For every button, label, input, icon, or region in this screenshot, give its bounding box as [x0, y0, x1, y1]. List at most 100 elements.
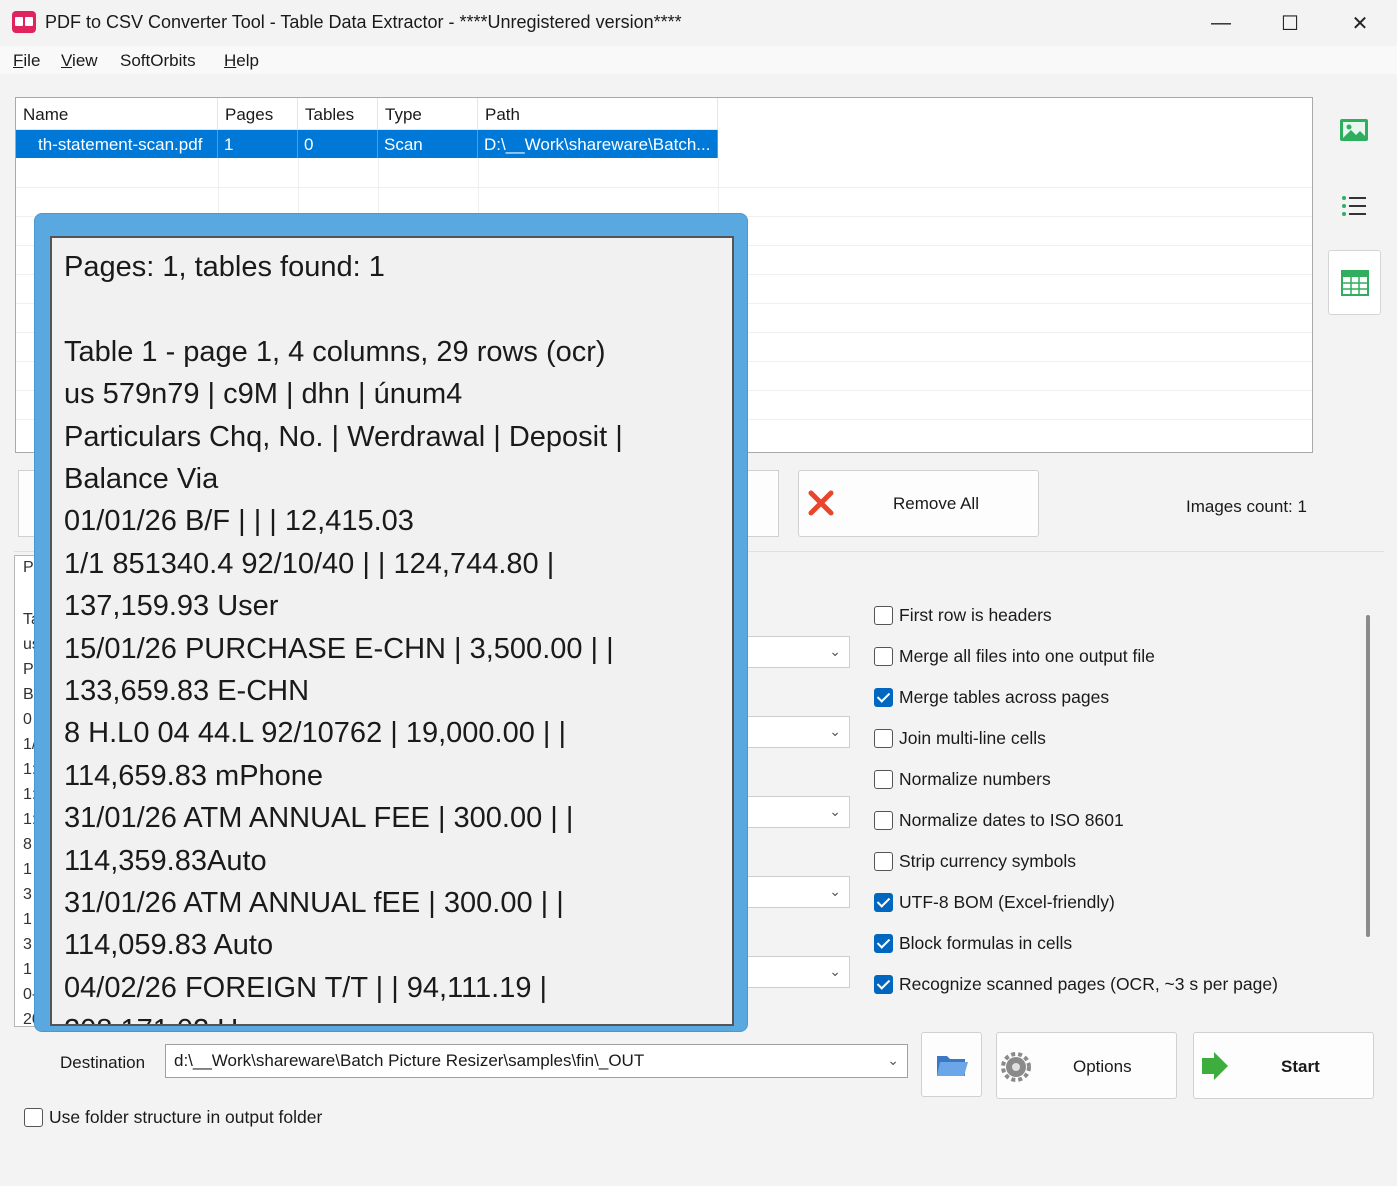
column-name[interactable]: Name: [16, 98, 218, 130]
file-list-header: Name Pages Tables Type Path: [16, 98, 718, 130]
option-checkbox[interactable]: Merge all files into one output file: [874, 644, 1155, 668]
option-label: Merge tables across pages: [899, 686, 1110, 707]
file-pages-cell: 1: [218, 130, 298, 158]
window-title: PDF to CSV Converter Tool - Table Data E…: [45, 12, 682, 32]
menu-softorbits[interactable]: SoftOrbits: [120, 51, 196, 71]
summary-text: 1: [23, 911, 32, 928]
preview-line: 114,359.83Auto: [64, 844, 267, 877]
images-count: Images count: 1: [1186, 497, 1307, 516]
start-label: Start: [1281, 1057, 1320, 1076]
checkbox-box[interactable]: [24, 1108, 43, 1127]
extraction-preview-content: Pages: 1, tables found: 1 Table 1 - page …: [50, 236, 734, 1026]
column-path[interactable]: Path: [478, 98, 718, 130]
option-label: Join multi-line cells: [899, 727, 1046, 748]
green-arrow-icon: [1202, 1052, 1228, 1080]
preview-line: Table 1 - page 1, 4 columns, 29 rows (oc…: [64, 335, 606, 368]
image-view-icon[interactable]: [1328, 104, 1380, 156]
preview-line: Particulars Chq, No. | Werdrawal | Depos…: [64, 420, 623, 453]
menu-view[interactable]: View: [61, 51, 98, 71]
option-checkbox[interactable]: Normalize numbers: [874, 767, 1051, 791]
menu-help[interactable]: Help: [224, 51, 259, 71]
destination-input[interactable]: d:\__Work\shareware\Batch Picture Resize…: [165, 1044, 908, 1078]
chevron-down-icon[interactable]: ⌄: [887, 1052, 899, 1069]
destination-label: Destination: [60, 1053, 146, 1072]
checkbox-box[interactable]: [874, 646, 893, 666]
summary-text: 0: [23, 711, 32, 728]
file-path-cell: D:\__Work\shareware\Batch...: [478, 130, 718, 158]
option-label: Normalize dates to ISO 8601: [899, 809, 1124, 830]
preview-line: 133,659.83 E-CHN: [64, 675, 310, 708]
menu-file[interactable]: File: [13, 51, 40, 71]
use-folder-structure-label: Use folder structure in output folder: [49, 1107, 323, 1127]
chevron-down-icon: ⌄: [829, 723, 841, 739]
preview-line: 114,059.83 Auto: [64, 929, 274, 962]
setting-dropdown-3[interactable]: ⌄: [746, 796, 850, 828]
preview-line: 137,159.93 User: [64, 590, 279, 623]
file-name-cell: th-statement-scan.pdf: [16, 130, 218, 158]
maximize-button[interactable]: ☐: [1255, 0, 1325, 46]
option-label: Merge all files into one output file: [899, 645, 1155, 666]
checkbox-box[interactable]: [874, 933, 893, 953]
app-icon: [12, 11, 36, 33]
checkbox-box[interactable]: [874, 687, 893, 707]
setting-dropdown-5[interactable]: ⌄: [746, 956, 850, 988]
use-folder-structure-checkbox[interactable]: Use folder structure in output folder: [24, 1107, 322, 1128]
option-checkbox[interactable]: Merge tables across pages: [874, 685, 1109, 709]
setting-dropdown-4[interactable]: ⌄: [746, 876, 850, 908]
settings-scrollbar[interactable]: [1366, 615, 1370, 937]
remove-button[interactable]: [745, 470, 779, 537]
preview-line: 31/01/26 ATM ANNUAL fEE | 300.00 | |: [64, 887, 564, 920]
option-checkbox[interactable]: Join multi-line cells: [874, 726, 1046, 750]
checkbox-box[interactable]: [874, 810, 893, 830]
option-label: First row is headers: [899, 604, 1052, 625]
chevron-down-icon: ⌄: [829, 643, 841, 659]
option-checkbox[interactable]: Strip currency symbols: [874, 849, 1076, 873]
option-label: Normalize numbers: [899, 768, 1051, 789]
option-checkbox[interactable]: Normalize dates to ISO 8601: [874, 808, 1124, 832]
title-bar: PDF to CSV Converter Tool - Table Data E…: [0, 0, 1397, 46]
option-checkbox[interactable]: UTF-8 BOM (Excel-friendly): [874, 890, 1115, 914]
summary-text: 1: [23, 861, 32, 878]
file-type-cell: Scan: [378, 130, 478, 158]
list-view-icon[interactable]: [1328, 180, 1380, 232]
chevron-down-icon: ⌄: [829, 963, 841, 979]
table-view-icon[interactable]: [1328, 250, 1381, 315]
menu-bar: File View SoftOrbits Help: [0, 46, 1397, 74]
start-button[interactable]: Start: [1193, 1032, 1374, 1099]
destination-value: d:\__Work\shareware\Batch Picture Resize…: [174, 1051, 645, 1070]
summary-text: 3: [23, 886, 32, 903]
preview-line: 04/02/26 FOREIGN T/T | | 94,111.19 |: [64, 971, 548, 1004]
option-checkbox[interactable]: Block formulas in cells: [874, 931, 1072, 955]
preview-line: 31/01/26 ATM ANNUAL FEE | 300.00 | |: [64, 802, 574, 835]
summary-text: 8: [23, 836, 32, 853]
close-button[interactable]: ✕: [1325, 0, 1395, 46]
column-pages[interactable]: Pages: [218, 98, 298, 130]
setting-dropdown-1[interactable]: ⌄: [746, 636, 850, 668]
preview-line: 8 H.L0 04 44.L 92/10762 | 19,000.00 | |: [64, 717, 567, 750]
option-label: UTF-8 BOM (Excel-friendly): [899, 891, 1115, 912]
checkbox-box[interactable]: [874, 605, 893, 625]
checkbox-box[interactable]: [874, 892, 893, 912]
preview-line: 1/1 851340.4 92/10/40 | | 124,744.80 |: [64, 547, 555, 580]
option-label: Recognize scanned pages (OCR, ~3 s per p…: [899, 973, 1278, 994]
preview-line: Balance Via: [64, 463, 219, 496]
checkbox-box[interactable]: [874, 728, 893, 748]
option-checkbox[interactable]: First row is headers: [874, 603, 1052, 627]
summary-text: 3: [23, 936, 32, 953]
column-type[interactable]: Type: [378, 98, 478, 130]
remove-all-label: Remove All: [893, 494, 979, 513]
gear-icon: [1001, 1052, 1031, 1082]
checkbox-box[interactable]: [874, 769, 893, 789]
chevron-down-icon: ⌄: [829, 883, 841, 899]
setting-dropdown-2[interactable]: ⌄: [746, 716, 850, 748]
checkbox-box[interactable]: [874, 974, 893, 994]
remove-all-button[interactable]: Remove All: [798, 470, 1039, 537]
browse-folder-button[interactable]: [921, 1032, 982, 1097]
minimize-button[interactable]: —: [1186, 0, 1256, 46]
option-checkbox[interactable]: Recognize scanned pages (OCR, ~3 s per p…: [874, 972, 1278, 996]
checkbox-box[interactable]: [874, 851, 893, 871]
preview-line: 01/01/26 B/F | | | 12,415.03: [64, 505, 414, 538]
column-tables[interactable]: Tables: [298, 98, 378, 130]
file-row[interactable]: th-statement-scan.pdf 1 0 Scan D:\__Work…: [16, 130, 718, 158]
options-button[interactable]: Options: [996, 1032, 1177, 1099]
